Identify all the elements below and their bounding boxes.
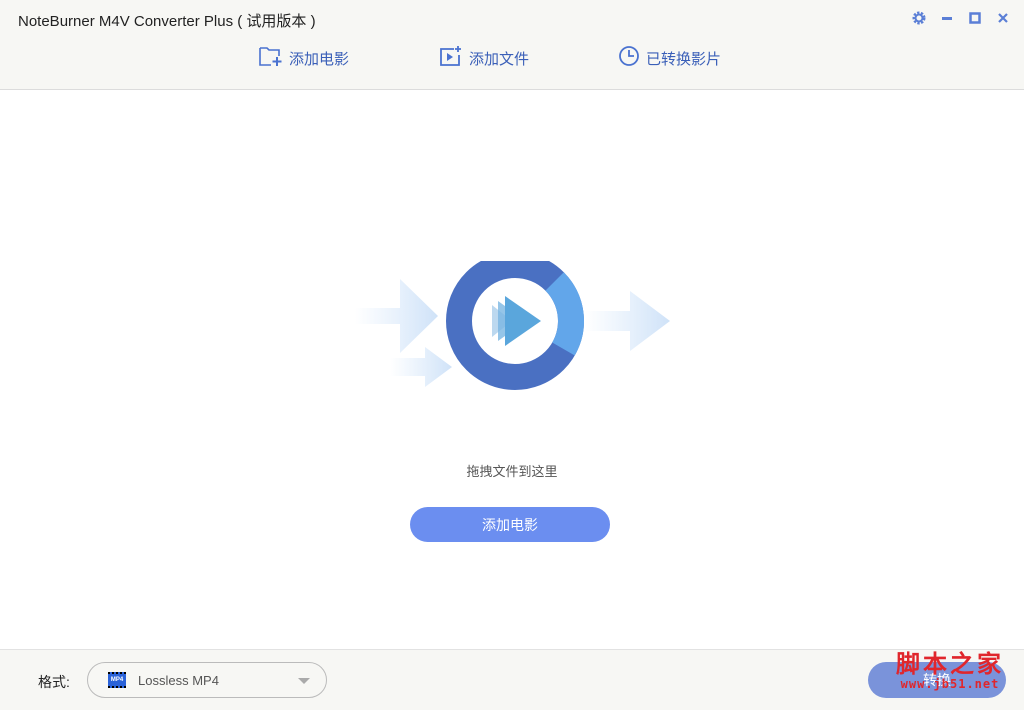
window-title: NoteBurner M4V Converter Plus ( 试用版本 ) — [18, 13, 316, 30]
add-file-toolbar-button[interactable]: 添加文件 — [439, 45, 529, 71]
maximize-icon[interactable] — [966, 9, 984, 27]
folder-add-icon — [259, 45, 283, 71]
converted-toolbar-button[interactable]: 已转换影片 — [618, 45, 721, 71]
add-movie-label: 添加电影 — [289, 50, 350, 68]
drop-hint: 拖拽文件到这里 — [466, 464, 558, 479]
minimize-icon[interactable] — [938, 9, 956, 27]
converted-label: 已转换影片 — [646, 50, 722, 68]
format-value: Lossless MP4 — [138, 672, 219, 688]
add-movie-toolbar-button[interactable]: 添加电影 — [259, 45, 349, 71]
drop-area[interactable]: 拖拽文件到这里 添加电影 — [0, 91, 1024, 649]
chevron-down-icon — [298, 678, 310, 684]
format-select[interactable]: MP4 Lossless MP4 — [87, 662, 327, 698]
mp4-icon: MP4 — [108, 672, 126, 688]
settings-icon[interactable] — [910, 9, 928, 27]
add-file-label: 添加文件 — [469, 50, 530, 68]
title-bar: NoteBurner M4V Converter Plus ( 试用版本 ) 添… — [0, 0, 1024, 90]
drop-illustration-icon — [355, 261, 670, 390]
convert-button[interactable]: 转换 — [868, 662, 1006, 698]
add-movie-button[interactable]: 添加电影 — [410, 507, 610, 542]
video-add-icon — [439, 45, 463, 71]
close-icon[interactable] — [994, 9, 1012, 27]
format-label: 格式: — [38, 674, 70, 690]
footer-bar: 格式: MP4 Lossless MP4 转换 — [0, 649, 1024, 710]
clock-icon — [618, 45, 640, 71]
